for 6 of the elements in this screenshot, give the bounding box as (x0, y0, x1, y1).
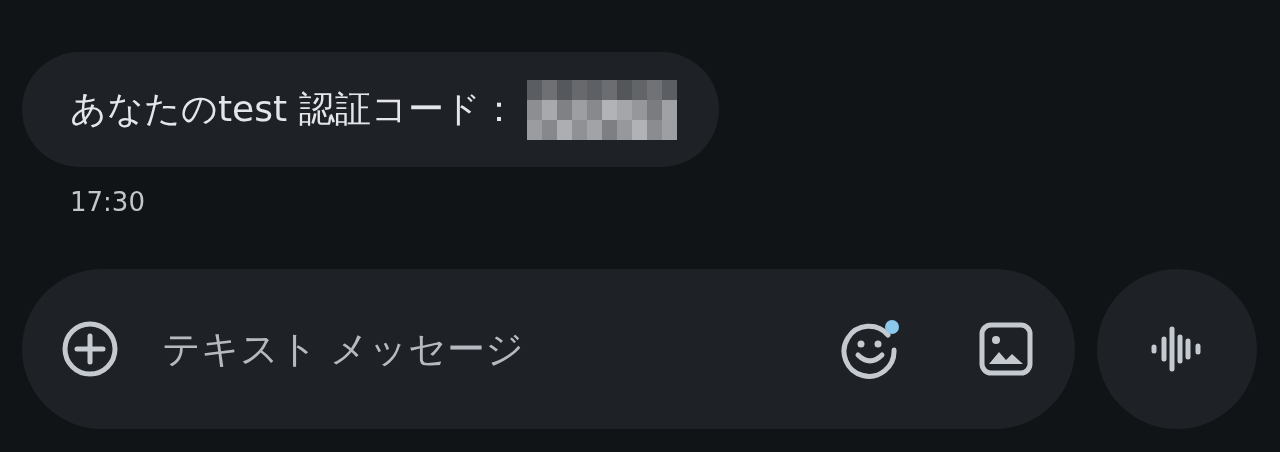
message-field[interactable]: テキスト メッセージ (160, 326, 841, 372)
timestamp: 17:30 (70, 187, 145, 217)
message-text: あなたのtest 認証コード： (70, 87, 517, 131)
add-icon[interactable] (62, 321, 118, 377)
emoji-icon[interactable] (841, 323, 897, 379)
image-icon[interactable] (979, 322, 1033, 376)
